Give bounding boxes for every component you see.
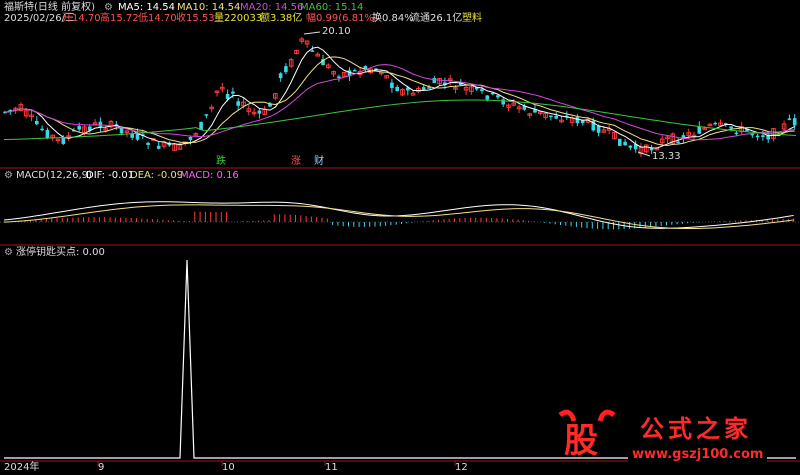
candle-body xyxy=(421,87,426,90)
macd-panel xyxy=(0,201,800,246)
candle-body xyxy=(146,142,150,145)
candle-body xyxy=(427,87,431,89)
candle-body xyxy=(225,93,230,100)
candle-body xyxy=(792,118,797,126)
dea-line xyxy=(3,204,794,230)
watermark-brand: 公式之家 xyxy=(640,415,752,443)
candle-body xyxy=(549,115,553,118)
ma5-line xyxy=(4,46,795,149)
candle-body xyxy=(501,99,505,105)
axis-label-11: 11 xyxy=(325,462,338,473)
candle-body xyxy=(580,120,585,124)
high-price-label: 20.10 xyxy=(322,26,351,37)
stock-chart-canvas[interactable] xyxy=(0,0,800,475)
candle-body xyxy=(761,135,765,138)
candle-body xyxy=(575,116,580,124)
candle-body xyxy=(284,66,288,73)
candle-body xyxy=(130,133,134,138)
macd-gear-icon[interactable]: ⚙ xyxy=(4,170,13,182)
axis-label-12: 12 xyxy=(455,462,468,473)
marker-die: 跌 xyxy=(216,156,226,167)
price-panel xyxy=(0,31,800,169)
axis-label-10: 10 xyxy=(222,462,235,473)
candle-body xyxy=(40,128,44,131)
candle-body xyxy=(236,101,240,106)
candle-body xyxy=(156,145,161,149)
candle-body xyxy=(204,114,209,116)
high-pointer xyxy=(303,31,321,35)
indicator-title: 涨停钥匙 xyxy=(16,247,56,258)
site-watermark: 股 公式之家 www.gszj100.com xyxy=(552,407,792,469)
candle-body xyxy=(257,110,262,114)
candle-body xyxy=(98,121,103,127)
watermark-url: www.gszj100.com xyxy=(628,447,768,462)
candle-body xyxy=(432,78,437,83)
candle-body xyxy=(496,95,500,98)
ma10-line xyxy=(4,56,795,147)
candle-body xyxy=(676,141,680,144)
axis-label-year: 2024年 xyxy=(4,462,40,473)
candle-body xyxy=(188,137,193,140)
dif-line xyxy=(3,201,794,229)
candle-body xyxy=(697,126,702,134)
macd-title: MACD(12,26,9) xyxy=(16,170,92,181)
candle-body xyxy=(278,73,283,79)
candle-body xyxy=(35,121,39,125)
candle-body xyxy=(734,132,739,135)
indicator-value: 买点: 0.00 xyxy=(56,247,105,258)
candle-body xyxy=(77,125,81,130)
marker-cai: 财 xyxy=(314,156,324,167)
dif-value: DIF: -0.01 xyxy=(86,170,135,181)
macd-value: MACD: 0.16 xyxy=(180,170,239,181)
candle-body xyxy=(713,122,717,125)
candle-body xyxy=(628,145,633,148)
candle-body xyxy=(61,137,66,144)
candle-body xyxy=(353,69,357,72)
axis-label-9: 9 xyxy=(98,462,105,473)
candle-body xyxy=(554,115,558,119)
candle-body xyxy=(231,91,235,94)
candle-body xyxy=(729,126,733,129)
candle-body xyxy=(395,86,399,92)
candle-body xyxy=(310,50,315,52)
candle-body xyxy=(480,89,484,92)
candle-body xyxy=(485,95,490,100)
low-price-label: 13.33 xyxy=(652,151,681,162)
candle-body xyxy=(755,135,760,138)
watermark-logo-char: 股 xyxy=(564,421,598,461)
marker-zhang: 涨 xyxy=(291,156,301,167)
candle-body xyxy=(623,141,627,146)
candle-body xyxy=(390,82,394,89)
dea-value: DEA: -0.09 xyxy=(130,170,184,181)
chart-window[interactable]: 福斯特(日线 前复权) ⚙ MA5: 14.54 MA10: 14.54 MA2… xyxy=(0,0,800,475)
candle-body xyxy=(45,129,50,139)
ma60-line xyxy=(3,99,797,141)
indicator-gear-icon[interactable]: ⚙ xyxy=(4,247,13,259)
candle-body xyxy=(337,76,341,78)
candle-body xyxy=(596,125,601,133)
candle-body xyxy=(787,118,792,120)
candle-body xyxy=(618,138,622,146)
